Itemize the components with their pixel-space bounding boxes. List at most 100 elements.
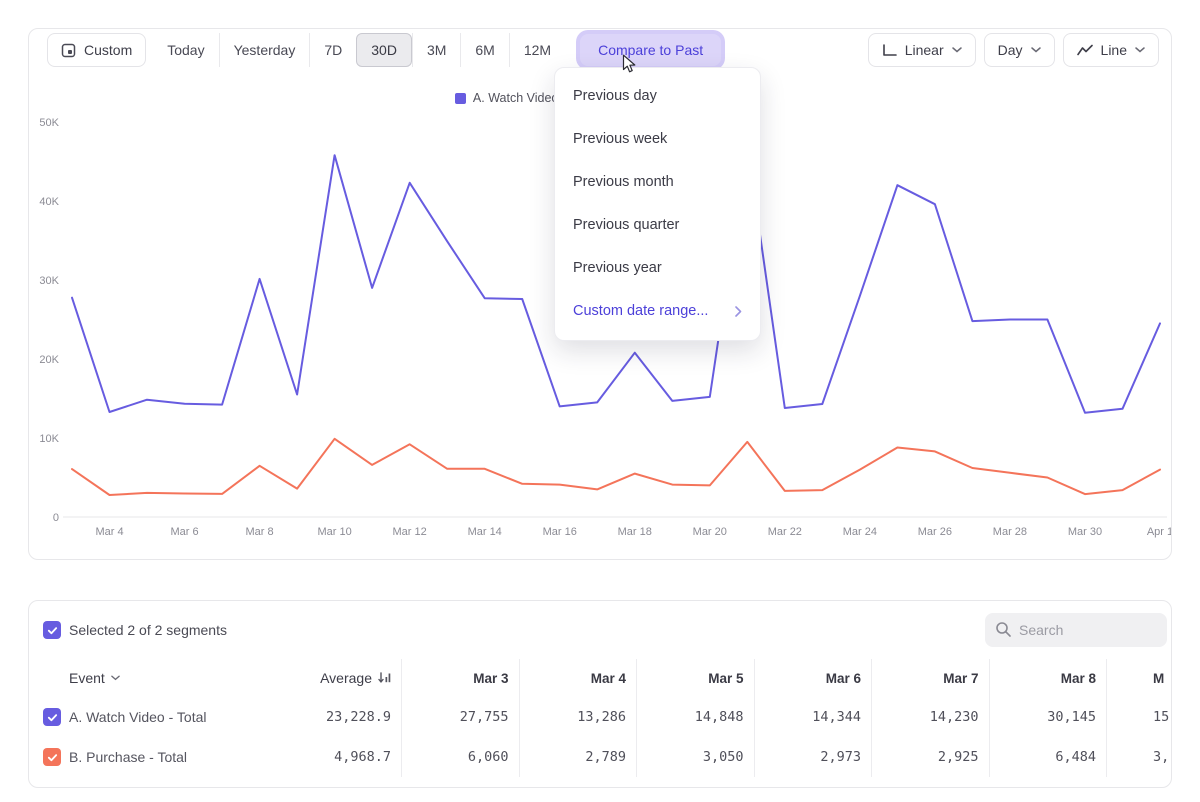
menu-item-custom-date-range[interactable]: Custom date range... [555,290,760,333]
row-value: 27,755 [401,697,519,737]
range-3m[interactable]: 3M [412,33,460,67]
search-box [985,613,1167,647]
range-yesterday[interactable]: Yesterday [219,33,310,67]
average-header-label: Average [320,670,372,686]
chevron-down-icon [1031,47,1041,53]
row-value: 2,789 [519,737,637,777]
custom-date-icon [61,43,76,58]
range-30d[interactable]: 30D [356,33,412,67]
chevron-down-icon [952,47,962,53]
date-column-header-clipped: M [1106,659,1172,697]
custom-date-range-label: Custom date range... [573,290,708,333]
chart-type-label: Line [1101,42,1127,58]
date-column-header: Mar 8 [989,659,1107,697]
row-value: 6,484 [989,737,1107,777]
svg-text:Mar 16: Mar 16 [543,526,577,538]
svg-text:Mar 30: Mar 30 [1068,526,1102,538]
svg-text:Mar 14: Mar 14 [468,526,502,538]
svg-text:Mar 28: Mar 28 [993,526,1027,538]
chevron-down-icon [1135,47,1145,53]
chart-display-controls: Linear Day Line [868,33,1159,67]
interval-label: Day [998,42,1023,58]
legend-swatch [455,93,466,104]
check-icon [47,625,58,636]
search-input[interactable] [1019,613,1163,647]
range-today[interactable]: Today [153,33,218,67]
table-header-row: Event Average Mar 3 Mar 4 Mar 5 Mar 6 Ma… [29,659,1171,697]
row-value: 14,230 [871,697,989,737]
chart-card: Custom Today Yesterday 7D 30D 3M 6M 12M … [28,28,1172,560]
svg-text:Mar 26: Mar 26 [918,526,952,538]
check-icon [47,712,58,723]
svg-text:Mar 10: Mar 10 [317,526,351,538]
search-icon [995,621,1012,638]
row-value: 6,060 [401,737,519,777]
date-column-header: Mar 3 [401,659,519,697]
custom-range-button[interactable]: Custom [47,33,146,67]
row-value: 13,286 [519,697,637,737]
menu-item-previous-week[interactable]: Previous week [555,118,760,161]
scale-dropdown[interactable]: Linear [868,33,976,67]
svg-text:Mar 18: Mar 18 [618,526,652,538]
chart-type-dropdown[interactable]: Line [1063,33,1159,67]
range-12m[interactable]: 12M [509,33,565,67]
compare-to-past-button[interactable]: Compare to Past [580,34,721,66]
row-checkbox[interactable] [43,748,61,766]
menu-item-previous-day[interactable]: Previous day [555,75,760,118]
table-row: B. Purchase - Total 4,968.7 6,060 2,789 … [29,737,1171,777]
svg-text:Mar 8: Mar 8 [246,526,274,538]
interval-dropdown[interactable]: Day [984,33,1055,67]
average-column-header[interactable]: Average [279,670,401,686]
svg-text:30K: 30K [39,275,59,287]
menu-item-previous-year[interactable]: Previous year [555,247,760,290]
chevron-right-icon [735,306,742,317]
svg-text:40K: 40K [39,196,59,208]
row-value: 3,050 [636,737,754,777]
table-row: A. Watch Video - Total 23,228.9 27,755 1… [29,697,1171,737]
svg-text:20K: 20K [39,354,59,366]
event-header-label: Event [69,670,105,686]
scale-label: Linear [905,42,944,58]
segments-selected-text: Selected 2 of 2 segments [69,622,227,638]
svg-text:Mar 22: Mar 22 [768,526,802,538]
row-label: B. Purchase - Total [69,749,187,765]
date-range-toolbar: Custom Today Yesterday 7D 30D 3M 6M 12M … [47,32,1159,68]
sort-descending-icon [378,672,391,684]
mouse-cursor-icon [621,54,637,74]
range-7d[interactable]: 7D [309,33,356,67]
row-value-clipped: 15, [1106,697,1172,737]
svg-text:Mar 4: Mar 4 [95,526,123,538]
svg-text:Mar 20: Mar 20 [693,526,727,538]
menu-item-previous-quarter[interactable]: Previous quarter [555,204,760,247]
menu-item-previous-month[interactable]: Previous month [555,161,760,204]
event-column-header[interactable]: Event [29,670,279,686]
line-chart-icon [1077,44,1093,56]
range-6m[interactable]: 6M [460,33,508,67]
compare-to-past-menu: Previous day Previous week Previous mont… [554,67,761,341]
svg-text:Mar 12: Mar 12 [393,526,427,538]
row-average: 23,228.9 [279,709,401,725]
svg-text:Apr 1: Apr 1 [1147,526,1171,538]
svg-text:50K: 50K [39,117,59,129]
svg-text:Mar 24: Mar 24 [843,526,877,538]
row-value: 30,145 [989,697,1107,737]
chevron-down-icon [111,675,120,681]
row-value: 14,848 [636,697,754,737]
check-icon [47,752,58,763]
row-checkbox[interactable] [43,708,61,726]
row-average: 4,968.7 [279,749,401,765]
row-value: 2,925 [871,737,989,777]
linear-axis-icon [882,44,897,57]
row-value: 2,973 [754,737,872,777]
custom-range-label: Custom [84,42,132,58]
select-all-checkbox[interactable] [43,621,61,639]
date-column-header: Mar 5 [636,659,754,697]
date-column-header: Mar 6 [754,659,872,697]
date-column-header: Mar 4 [519,659,637,697]
segments-card: Selected 2 of 2 segments Event Average M… [28,600,1172,788]
svg-text:0: 0 [53,512,59,524]
segments-header: Selected 2 of 2 segments [43,613,1167,647]
svg-text:10K: 10K [39,433,59,445]
row-value: 14,344 [754,697,872,737]
svg-text:Mar 6: Mar 6 [170,526,198,538]
